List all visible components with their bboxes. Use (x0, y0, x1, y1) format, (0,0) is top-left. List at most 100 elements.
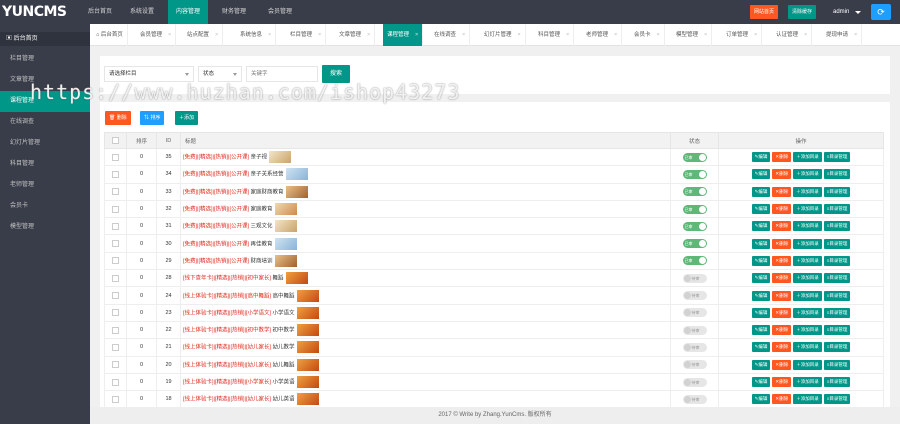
sort-cell[interactable]: 0 (126, 217, 157, 236)
row-delete-button[interactable]: ✕删除 (772, 359, 792, 370)
sort-cell[interactable]: 0 (126, 147, 157, 167)
close-icon[interactable]: × (518, 32, 521, 38)
row-delete-button[interactable]: ✕删除 (772, 307, 792, 318)
row-delete-button[interactable]: ✕删除 (772, 169, 792, 180)
edit-button[interactable]: ✎编辑 (751, 186, 771, 197)
catalog-manage-button[interactable]: ≡目录管理 (823, 238, 851, 249)
edit-button[interactable]: ✎编辑 (751, 221, 771, 232)
edit-button[interactable]: ✎编辑 (751, 290, 771, 301)
course-name[interactable]: 财商培训 (251, 258, 273, 264)
checkbox[interactable] (112, 309, 119, 317)
row-delete-button[interactable]: ✕删除 (772, 394, 792, 405)
edit-button[interactable]: ✎编辑 (751, 169, 771, 180)
add-catalog-button[interactable]: ＋添加目录 (793, 342, 822, 353)
row-checkbox-cell[interactable] (104, 217, 127, 236)
close-icon[interactable]: × (754, 32, 757, 38)
topnav-finance[interactable]: 财务管理 (214, 0, 254, 24)
status-toggle[interactable]: 待审 (682, 273, 707, 283)
catalog-manage-button[interactable]: ≡目录管理 (823, 290, 851, 301)
tab-verify[interactable]: 认证管理 × (772, 24, 813, 46)
tab-home[interactable]: ⌂ 后台首页 (92, 24, 128, 46)
refresh-button[interactable]: ⟳ (871, 4, 891, 20)
status-toggle[interactable]: 待审 (682, 360, 707, 370)
sort-cell[interactable]: 0 (126, 390, 157, 409)
edit-button[interactable]: ✎编辑 (751, 377, 771, 387)
sort-cell[interactable]: 0 (126, 199, 157, 219)
add-button[interactable]: ＋添加 (175, 111, 199, 125)
close-icon[interactable]: × (367, 32, 370, 38)
sort-cell[interactable]: 0 (126, 320, 157, 340)
tab-survey[interactable]: 在线调查 × (430, 24, 471, 46)
course-name[interactable]: 舞蹈 (273, 276, 284, 282)
topnav-members[interactable]: 会员管理 (260, 0, 300, 24)
edit-button[interactable]: ✎编辑 (751, 359, 771, 370)
checkbox[interactable] (112, 257, 119, 265)
tab-withdraw[interactable]: 提现申请 × (822, 24, 863, 46)
add-catalog-button[interactable]: ＋添加目录 (793, 169, 822, 180)
site-home-button[interactable]: 网站首页 (750, 5, 779, 19)
course-name[interactable]: 再佳教育 (251, 241, 273, 247)
close-icon[interactable]: × (268, 32, 271, 38)
row-checkbox-cell[interactable] (104, 338, 127, 357)
sort-cell[interactable]: 0 (126, 286, 157, 305)
edit-button[interactable]: ✎编辑 (751, 273, 771, 284)
close-icon[interactable]: × (657, 32, 660, 38)
add-catalog-button[interactable]: ＋添加目录 (793, 186, 822, 197)
sort-cell[interactable]: 0 (126, 269, 157, 288)
catalog-manage-button[interactable]: ≡目录管理 (823, 377, 851, 387)
add-catalog-button[interactable]: ＋添加目录 (793, 290, 822, 301)
catalog-manage-button[interactable]: ≡目录管理 (823, 186, 851, 197)
course-name[interactable]: 小学语文 (273, 310, 295, 316)
status-toggle[interactable]: 待审 (682, 291, 707, 301)
tab-card[interactable]: 会员卡 × (630, 24, 665, 46)
sidebar-item-subject[interactable]: 科目管理 (0, 154, 90, 175)
edit-button[interactable]: ✎编辑 (751, 255, 771, 266)
edit-button[interactable]: ✎编辑 (751, 204, 771, 215)
sidebar-item-model[interactable]: 模型管理 (0, 217, 90, 238)
tab-teacher[interactable]: 老师管理 × (582, 24, 623, 46)
row-delete-button[interactable]: ✕删除 (772, 204, 792, 215)
add-catalog-button[interactable]: ＋添加目录 (793, 204, 822, 215)
catalog-manage-button[interactable]: ≡目录管理 (823, 307, 851, 318)
tab-site-config[interactable]: 站点配置 × (183, 24, 224, 46)
catalog-manage-button[interactable]: ≡目录管理 (823, 325, 851, 336)
status-toggle[interactable]: 已审 (682, 169, 707, 179)
sidebar-item-column[interactable]: 栏目管理 (0, 49, 90, 70)
sort-cell[interactable]: 0 (126, 234, 157, 253)
course-name[interactable]: 三观文化 (251, 224, 273, 230)
add-catalog-button[interactable]: ＋添加目录 (793, 394, 822, 405)
row-delete-button[interactable]: ✕删除 (772, 221, 792, 232)
course-name[interactable]: 幼儿舞蹈 (273, 362, 295, 368)
row-delete-button[interactable]: ✕删除 (772, 273, 792, 284)
course-name[interactable]: 家庭财商教育 (251, 189, 284, 195)
add-catalog-button[interactable]: ＋添加目录 (793, 325, 822, 336)
topnav-system[interactable]: 系统设置 (122, 0, 162, 24)
row-checkbox-cell[interactable] (104, 372, 127, 392)
catalog-manage-button[interactable]: ≡目录管理 (823, 394, 851, 405)
row-checkbox-cell[interactable] (104, 390, 127, 409)
checkbox[interactable] (112, 170, 119, 178)
tab-members[interactable]: 会员管理 × (136, 24, 177, 46)
course-name[interactable]: 家庭教育 (251, 206, 273, 212)
checkbox[interactable] (112, 326, 119, 334)
row-delete-button[interactable]: ✕删除 (772, 377, 792, 387)
sidebar-item-card[interactable]: 会员卡 (0, 196, 90, 217)
edit-button[interactable]: ✎编辑 (751, 152, 771, 163)
status-toggle[interactable]: 待审 (682, 377, 707, 387)
row-checkbox-cell[interactable] (104, 286, 127, 305)
checkbox[interactable] (112, 188, 119, 196)
close-icon[interactable]: × (566, 32, 569, 38)
row-checkbox-cell[interactable] (104, 234, 127, 253)
course-name[interactable]: 初中数学 (273, 328, 295, 334)
tab-slides[interactable]: 幻灯片管理 × (480, 24, 526, 46)
row-delete-button[interactable]: ✕删除 (772, 238, 792, 249)
catalog-manage-button[interactable]: ≡目录管理 (823, 204, 851, 215)
add-catalog-button[interactable]: ＋添加目录 (793, 221, 822, 232)
sort-cell[interactable]: 0 (126, 165, 157, 184)
add-catalog-button[interactable]: ＋添加目录 (793, 359, 822, 370)
add-catalog-button[interactable]: ＋添加目录 (793, 377, 822, 387)
add-catalog-button[interactable]: ＋添加目录 (793, 307, 822, 318)
row-checkbox-cell[interactable] (104, 269, 127, 288)
course-name[interactable]: 幼儿数学 (273, 345, 295, 351)
sidebar-item-slides[interactable]: 幻灯片管理 (0, 133, 90, 154)
